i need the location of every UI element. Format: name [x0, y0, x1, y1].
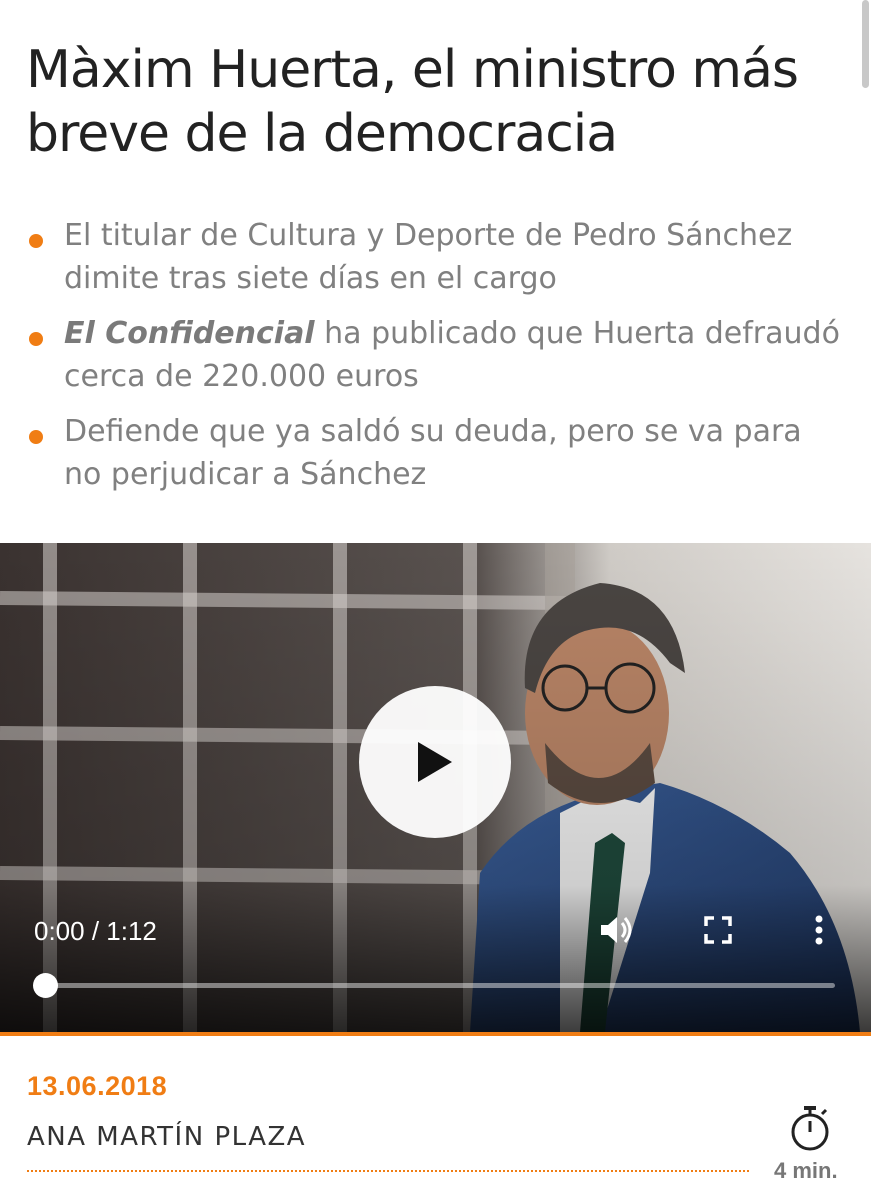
video-time-display: 0:00 / 1:12 — [34, 916, 157, 946]
bullet-dot-icon — [29, 430, 43, 444]
stopwatch-icon — [791, 1106, 829, 1151]
scrollbar[interactable] — [862, 0, 869, 88]
bullet-dot-icon — [29, 234, 43, 248]
fullscreen-button[interactable] — [698, 910, 738, 950]
article-date: 13.06.2018 — [27, 1071, 168, 1101]
video-player[interactable]: 0:00 / 1:12 — [0, 543, 871, 1032]
bullet-text: Defiende que ya saldó su deuda, pero se … — [64, 414, 802, 492]
bullet-dot-icon — [29, 332, 43, 346]
summary-bullets: El titular de Cultura y Deporte de Pedro… — [26, 214, 846, 508]
article-headline: Màxim Huerta, el ministro más breve de l… — [26, 40, 799, 164]
summary-bullet: El titular de Cultura y Deporte de Pedro… — [26, 214, 846, 300]
volume-icon — [601, 917, 632, 943]
read-time: 4 min. — [774, 1158, 838, 1183]
fullscreen-icon — [704, 916, 732, 944]
article-page: Màxim Huerta, el ministro más breve de l… — [0, 0, 871, 1200]
video-progress-thumb[interactable] — [33, 973, 58, 998]
video-progress-bar[interactable] — [45, 983, 835, 988]
bullet-emphasis: El Confidencial — [64, 316, 315, 351]
play-icon — [418, 742, 452, 782]
dotted-divider — [27, 1170, 749, 1172]
bullet-text: El titular de Cultura y Deporte de Pedro… — [64, 218, 793, 296]
article-author[interactable]: ANA MARTÍN PLAZA — [27, 1122, 306, 1152]
play-button[interactable] — [359, 686, 511, 838]
summary-bullet: Defiende que ya saldó su deuda, pero se … — [26, 410, 846, 496]
accent-divider — [0, 1032, 871, 1036]
more-options-icon — [815, 915, 823, 945]
more-options-button[interactable] — [799, 910, 839, 950]
volume-button[interactable] — [597, 910, 637, 950]
summary-bullet: El Confidencial ha publicado que Huerta … — [26, 312, 846, 398]
